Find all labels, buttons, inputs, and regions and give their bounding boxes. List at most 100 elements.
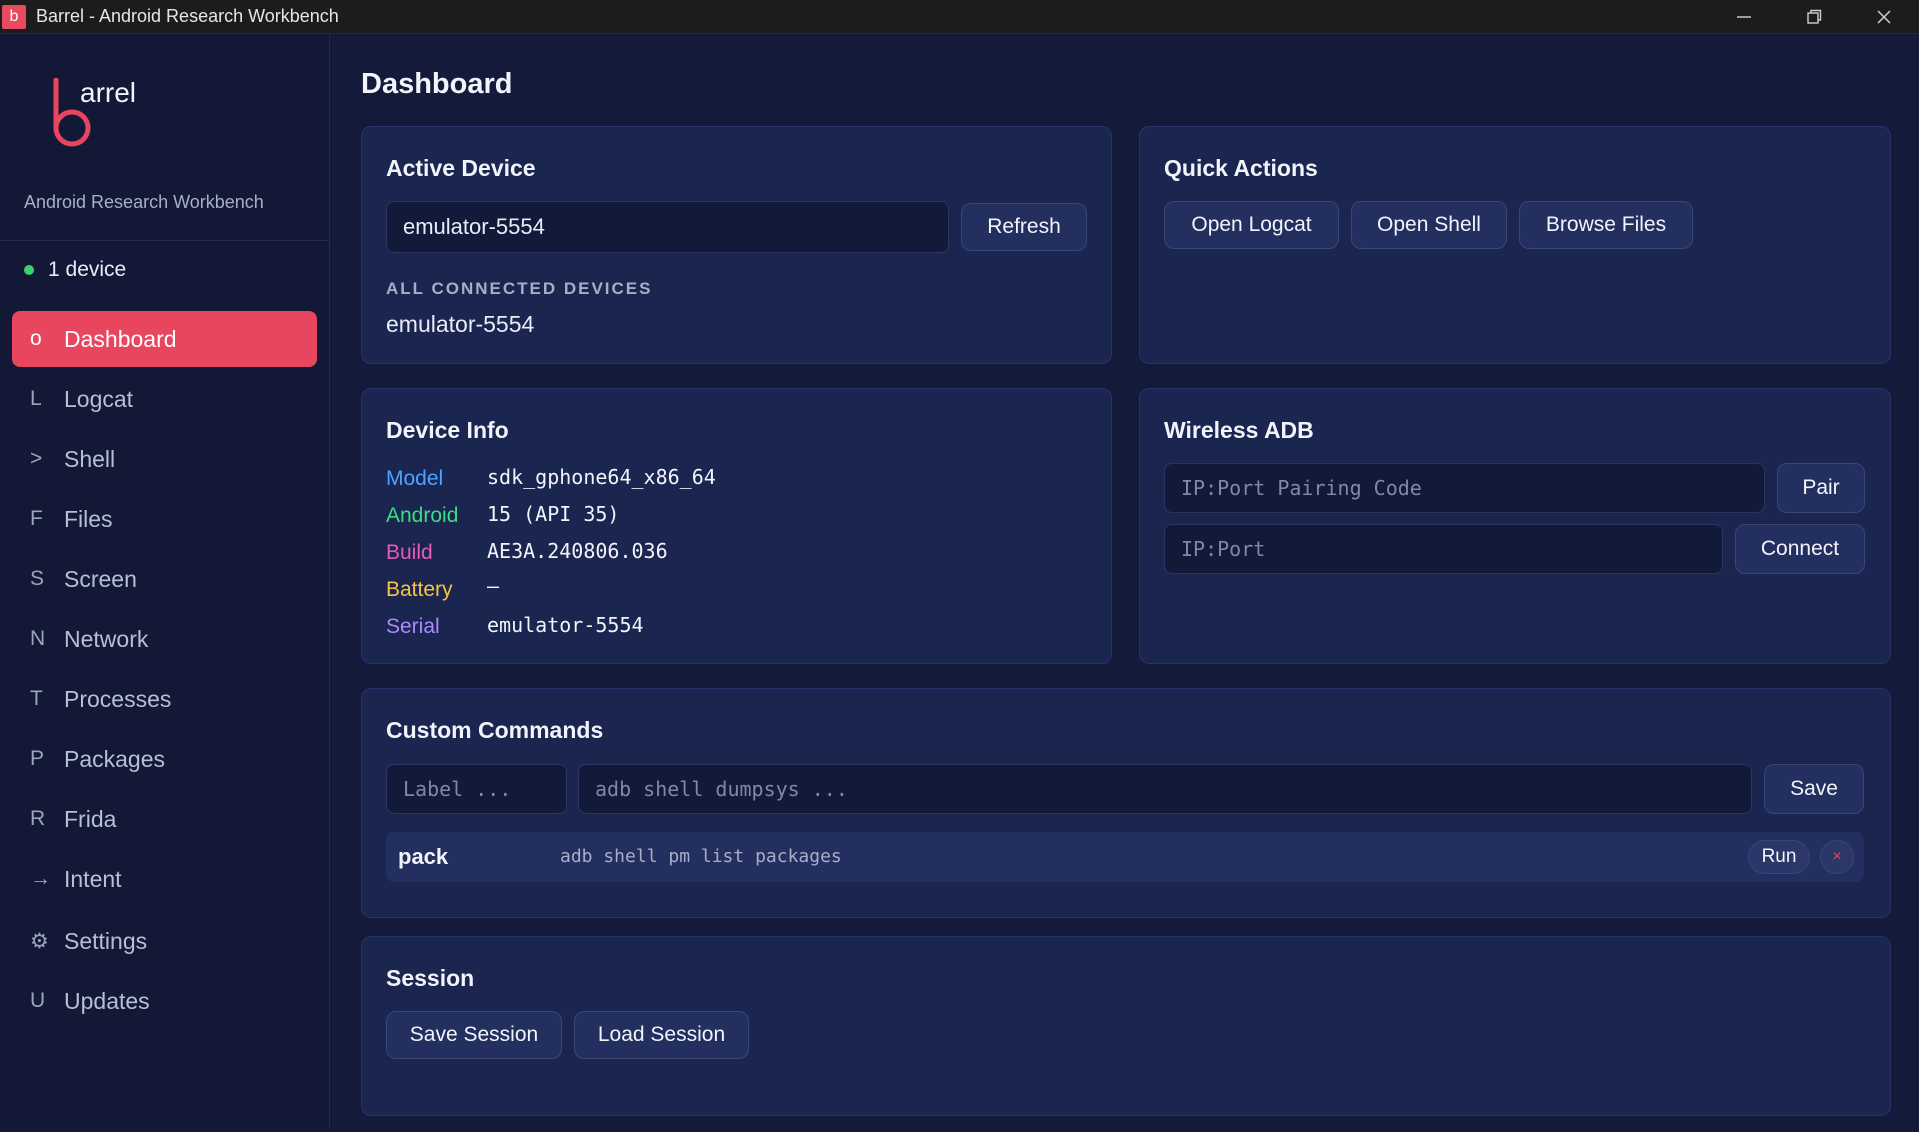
sidebar-item-intent[interactable]: → Intent: [12, 851, 317, 907]
android-label: Android: [386, 504, 459, 527]
close-icon: [1877, 10, 1891, 24]
connected-devices-heading: ALL CONNECTED DEVICES: [386, 279, 653, 298]
packages-icon: P: [30, 747, 45, 770]
brand-subtitle: Android Research Workbench: [24, 192, 264, 212]
quick-actions-card: Quick Actions Open Logcat Open Shell Bro…: [1139, 126, 1891, 364]
device-select[interactable]: emulator-5554: [386, 201, 949, 253]
sidebar-item-label: Settings: [64, 927, 148, 954]
online-status-dot: [24, 265, 34, 275]
serial-value: emulator-5554: [487, 613, 644, 637]
build-value: AE3A.240806.036: [487, 539, 668, 563]
connect-address-input[interactable]: IP:Port: [1164, 524, 1723, 574]
card-heading: Device Info: [386, 417, 509, 443]
logcat-icon: L: [30, 387, 42, 410]
build-label: Build: [386, 541, 433, 564]
files-icon: F: [30, 507, 43, 530]
sidebar-item-packages[interactable]: P Packages: [12, 731, 317, 787]
device-info-card: Device Info Model sdk_gphone64_x86_64 An…: [361, 388, 1112, 664]
card-heading: Session: [386, 965, 475, 991]
sidebar: arrel Android Research Workbench 1 devic…: [0, 34, 330, 1128]
sidebar-item-label: Updates: [64, 987, 150, 1014]
save-session-button[interactable]: Save Session: [386, 1011, 562, 1059]
shell-icon: >: [30, 447, 43, 470]
card-heading: Active Device: [386, 155, 536, 181]
open-shell-button[interactable]: Open Shell: [1351, 201, 1507, 249]
sidebar-divider: [0, 240, 330, 241]
device-status: 1 device: [24, 258, 126, 282]
connected-device-item: emulator-5554: [386, 311, 535, 337]
sidebar-item-frida[interactable]: R Frida: [12, 791, 317, 847]
updates-icon: U: [30, 989, 46, 1012]
frida-icon: R: [30, 807, 46, 830]
save-command-button[interactable]: Save: [1764, 764, 1864, 814]
sidebar-item-label: Files: [64, 505, 113, 532]
refresh-button[interactable]: Refresh: [961, 203, 1087, 251]
restore-button[interactable]: [1779, 0, 1849, 34]
sidebar-item-logcat[interactable]: L Logcat: [12, 371, 317, 427]
sidebar-item-settings[interactable]: ⚙ Settings: [12, 913, 317, 969]
sidebar-item-processes[interactable]: T Processes: [12, 671, 317, 727]
delete-command-button[interactable]: ×: [1820, 840, 1854, 874]
command-row: pack adb shell pm list packages Run ×: [386, 832, 1864, 882]
svg-text:arrel: arrel: [80, 78, 136, 108]
sidebar-item-network[interactable]: N Network: [12, 611, 317, 667]
sidebar-item-dashboard[interactable]: o Dashboard: [12, 311, 317, 367]
page-title: Dashboard: [361, 68, 513, 100]
sidebar-item-files[interactable]: F Files: [12, 491, 317, 547]
gear-icon: ⚙: [30, 929, 49, 953]
custom-commands-card: Custom Commands Label ... adb shell dump…: [361, 688, 1891, 918]
sidebar-nav: o Dashboard L Logcat > Shell F Files S S…: [12, 311, 317, 1033]
battery-label: Battery: [386, 578, 453, 601]
sidebar-item-label: Packages: [64, 745, 166, 772]
title-bar: b Barrel - Android Research Workbench: [0, 0, 1919, 34]
network-icon: N: [30, 627, 46, 650]
run-command-button[interactable]: Run: [1748, 840, 1810, 874]
processes-icon: T: [30, 687, 43, 710]
pair-address-input[interactable]: IP:Port Pairing Code: [1164, 463, 1765, 513]
load-session-button[interactable]: Load Session: [574, 1011, 749, 1059]
close-button[interactable]: [1849, 0, 1919, 34]
minimize-button[interactable]: [1709, 0, 1779, 34]
screen-icon: S: [30, 567, 45, 590]
wireless-adb-card: Wireless ADB IP:Port Pairing Code Pair I…: [1139, 388, 1891, 664]
active-device-card: Active Device emulator-5554 Refresh ALL …: [361, 126, 1112, 364]
arrow-right-icon: →: [30, 867, 51, 890]
window-controls: [1709, 0, 1919, 34]
sidebar-item-label: Processes: [64, 685, 172, 712]
command-input[interactable]: adb shell dumpsys ...: [578, 764, 1752, 814]
model-value: sdk_gphone64_x86_64: [487, 465, 716, 489]
pair-button[interactable]: Pair: [1777, 463, 1865, 513]
window-title: Barrel - Android Research Workbench: [36, 6, 339, 26]
battery-value: —: [487, 574, 500, 598]
sidebar-item-label: Network: [64, 625, 149, 652]
command-row-label: pack: [398, 844, 449, 869]
device-count: 1 device: [48, 258, 127, 281]
sidebar-item-screen[interactable]: S Screen: [12, 551, 317, 607]
android-value: 15 (API 35): [487, 502, 620, 526]
barrel-logo: arrel: [53, 78, 136, 147]
command-label-input[interactable]: Label ...: [386, 764, 567, 814]
sidebar-item-label: Logcat: [64, 385, 134, 412]
connect-button[interactable]: Connect: [1735, 524, 1865, 574]
sidebar-item-label: Shell: [64, 445, 116, 472]
sidebar-item-shell[interactable]: > Shell: [12, 431, 317, 487]
serial-label: Serial: [386, 615, 440, 638]
dashboard-icon: o: [30, 327, 42, 350]
sidebar-item-label: Intent: [64, 865, 122, 892]
sidebar-item-label: Frida: [64, 805, 117, 832]
card-heading: Wireless ADB: [1164, 417, 1314, 443]
command-row-text: adb shell pm list packages: [560, 846, 842, 867]
open-logcat-button[interactable]: Open Logcat: [1164, 201, 1339, 249]
card-heading: Custom Commands: [386, 717, 604, 743]
main-content: Dashboard Active Device emulator-5554 Re…: [331, 34, 1919, 1128]
card-heading: Quick Actions: [1164, 155, 1318, 181]
sidebar-item-label: Screen: [64, 565, 137, 592]
session-card: Session Save Session Load Session: [361, 936, 1891, 1116]
sidebar-item-updates[interactable]: U Updates: [12, 973, 317, 1029]
minimize-icon: [1737, 16, 1751, 18]
browse-files-button[interactable]: Browse Files: [1519, 201, 1693, 249]
sidebar-item-label: Dashboard: [64, 325, 177, 352]
app-icon: b: [2, 4, 26, 29]
model-label: Model: [386, 467, 444, 490]
restore-icon: [1807, 9, 1822, 24]
